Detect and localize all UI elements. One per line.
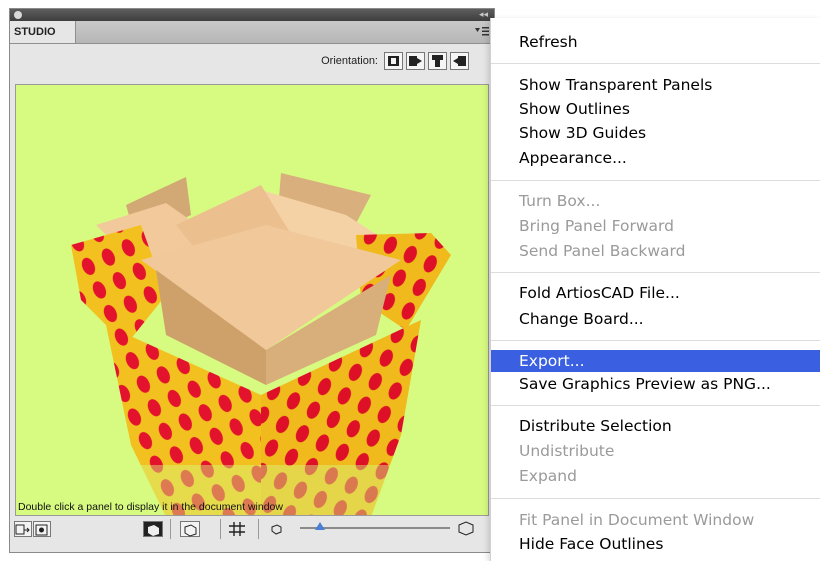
- studio-panel: ◂◂ STUDIO Orientation: Double click a pa…: [9, 8, 495, 553]
- edit-icon: [35, 524, 48, 536]
- grid-icon: [229, 522, 245, 536]
- menu-item-appearance[interactable]: Appearance...: [491, 147, 820, 169]
- menu-separator: [491, 180, 820, 181]
- wire-box-icon: [184, 524, 197, 537]
- edit-panel-button[interactable]: [33, 521, 51, 537]
- toolbar-divider: [220, 519, 221, 539]
- menu-item-fit-panel-in-document-window: Fit Panel in Document Window: [519, 511, 755, 529]
- wireframe-view-button[interactable]: [180, 521, 200, 537]
- orientation-back-icon: [453, 56, 466, 66]
- zoom-out-icon[interactable]: [270, 523, 284, 535]
- menu-item-send-panel-backward: Send Panel Backward: [519, 242, 686, 260]
- menu-item-fold-artioscad-file[interactable]: Fold ArtiosCAD File...: [491, 282, 820, 304]
- context-menu: Refresh Show Transparent Panels Show Out…: [490, 18, 820, 561]
- zoom-slider-thumb[interactable]: [315, 522, 325, 530]
- orientation-side-button[interactable]: [406, 52, 425, 70]
- menu-separator: [491, 63, 820, 64]
- menu-separator: [491, 498, 820, 499]
- place-panel-button[interactable]: [14, 521, 32, 537]
- hint-text: Double click a panel to display it in th…: [18, 501, 283, 513]
- menu-item-save-graphics-preview[interactable]: Save Graphics Preview as PNG...: [491, 373, 820, 395]
- menu-separator: [491, 272, 820, 273]
- menu-separator: [491, 340, 820, 341]
- panel-titlebar[interactable]: ◂◂: [10, 9, 494, 21]
- orientation-front-button[interactable]: [384, 52, 403, 70]
- orientation-row: Orientation:: [10, 43, 494, 77]
- orientation-front-icon: [388, 56, 399, 66]
- zoom-in-icon[interactable]: [456, 520, 476, 536]
- menu-item-show-transparent-panels[interactable]: Show Transparent Panels: [491, 74, 820, 96]
- toolbar-divider: [170, 519, 171, 539]
- menu-item-expand: Expand: [519, 467, 577, 485]
- menu-item-bring-panel-forward: Bring Panel Forward: [519, 217, 674, 235]
- menu-item-undistribute: Undistribute: [519, 442, 615, 460]
- box-3d-preview: [71, 173, 451, 515]
- panel-menu-icon[interactable]: [474, 25, 490, 37]
- toolbar-divider: [258, 519, 259, 539]
- solid-view-button[interactable]: [143, 521, 163, 537]
- collapse-icon[interactable]: ◂◂: [479, 9, 488, 21]
- panel-tabbar: STUDIO: [10, 21, 494, 44]
- menu-item-hide-face-outlines[interactable]: Hide Face Outlines: [491, 533, 820, 555]
- panel-arrow-icon: [15, 524, 30, 535]
- bottom-toolbar: [10, 517, 494, 553]
- menu-separator: [491, 405, 820, 406]
- menu-item-refresh[interactable]: Refresh: [491, 31, 820, 53]
- close-dot-icon[interactable]: [14, 11, 22, 19]
- menu-item-turn-box: Turn Box...: [519, 192, 601, 210]
- orientation-top-button[interactable]: [428, 52, 447, 70]
- orientation-top-icon: [432, 55, 443, 67]
- orientation-back-button[interactable]: [450, 52, 469, 70]
- menu-item-show-outlines[interactable]: Show Outlines: [491, 98, 820, 120]
- grid-button[interactable]: [228, 521, 248, 537]
- menu-item-show-3d-guides[interactable]: Show 3D Guides: [491, 122, 820, 144]
- solid-box-icon: [148, 525, 159, 536]
- menu-item-change-board[interactable]: Change Board...: [491, 308, 820, 330]
- orientation-label: Orientation:: [321, 55, 378, 67]
- menu-item-distribute-selection[interactable]: Distribute Selection: [491, 415, 820, 437]
- tab-studio[interactable]: STUDIO: [10, 21, 76, 43]
- 3d-viewport[interactable]: Double click a panel to display it in th…: [15, 84, 489, 516]
- orientation-side-icon: [409, 56, 422, 66]
- menu-item-export[interactable]: Export...: [491, 350, 820, 372]
